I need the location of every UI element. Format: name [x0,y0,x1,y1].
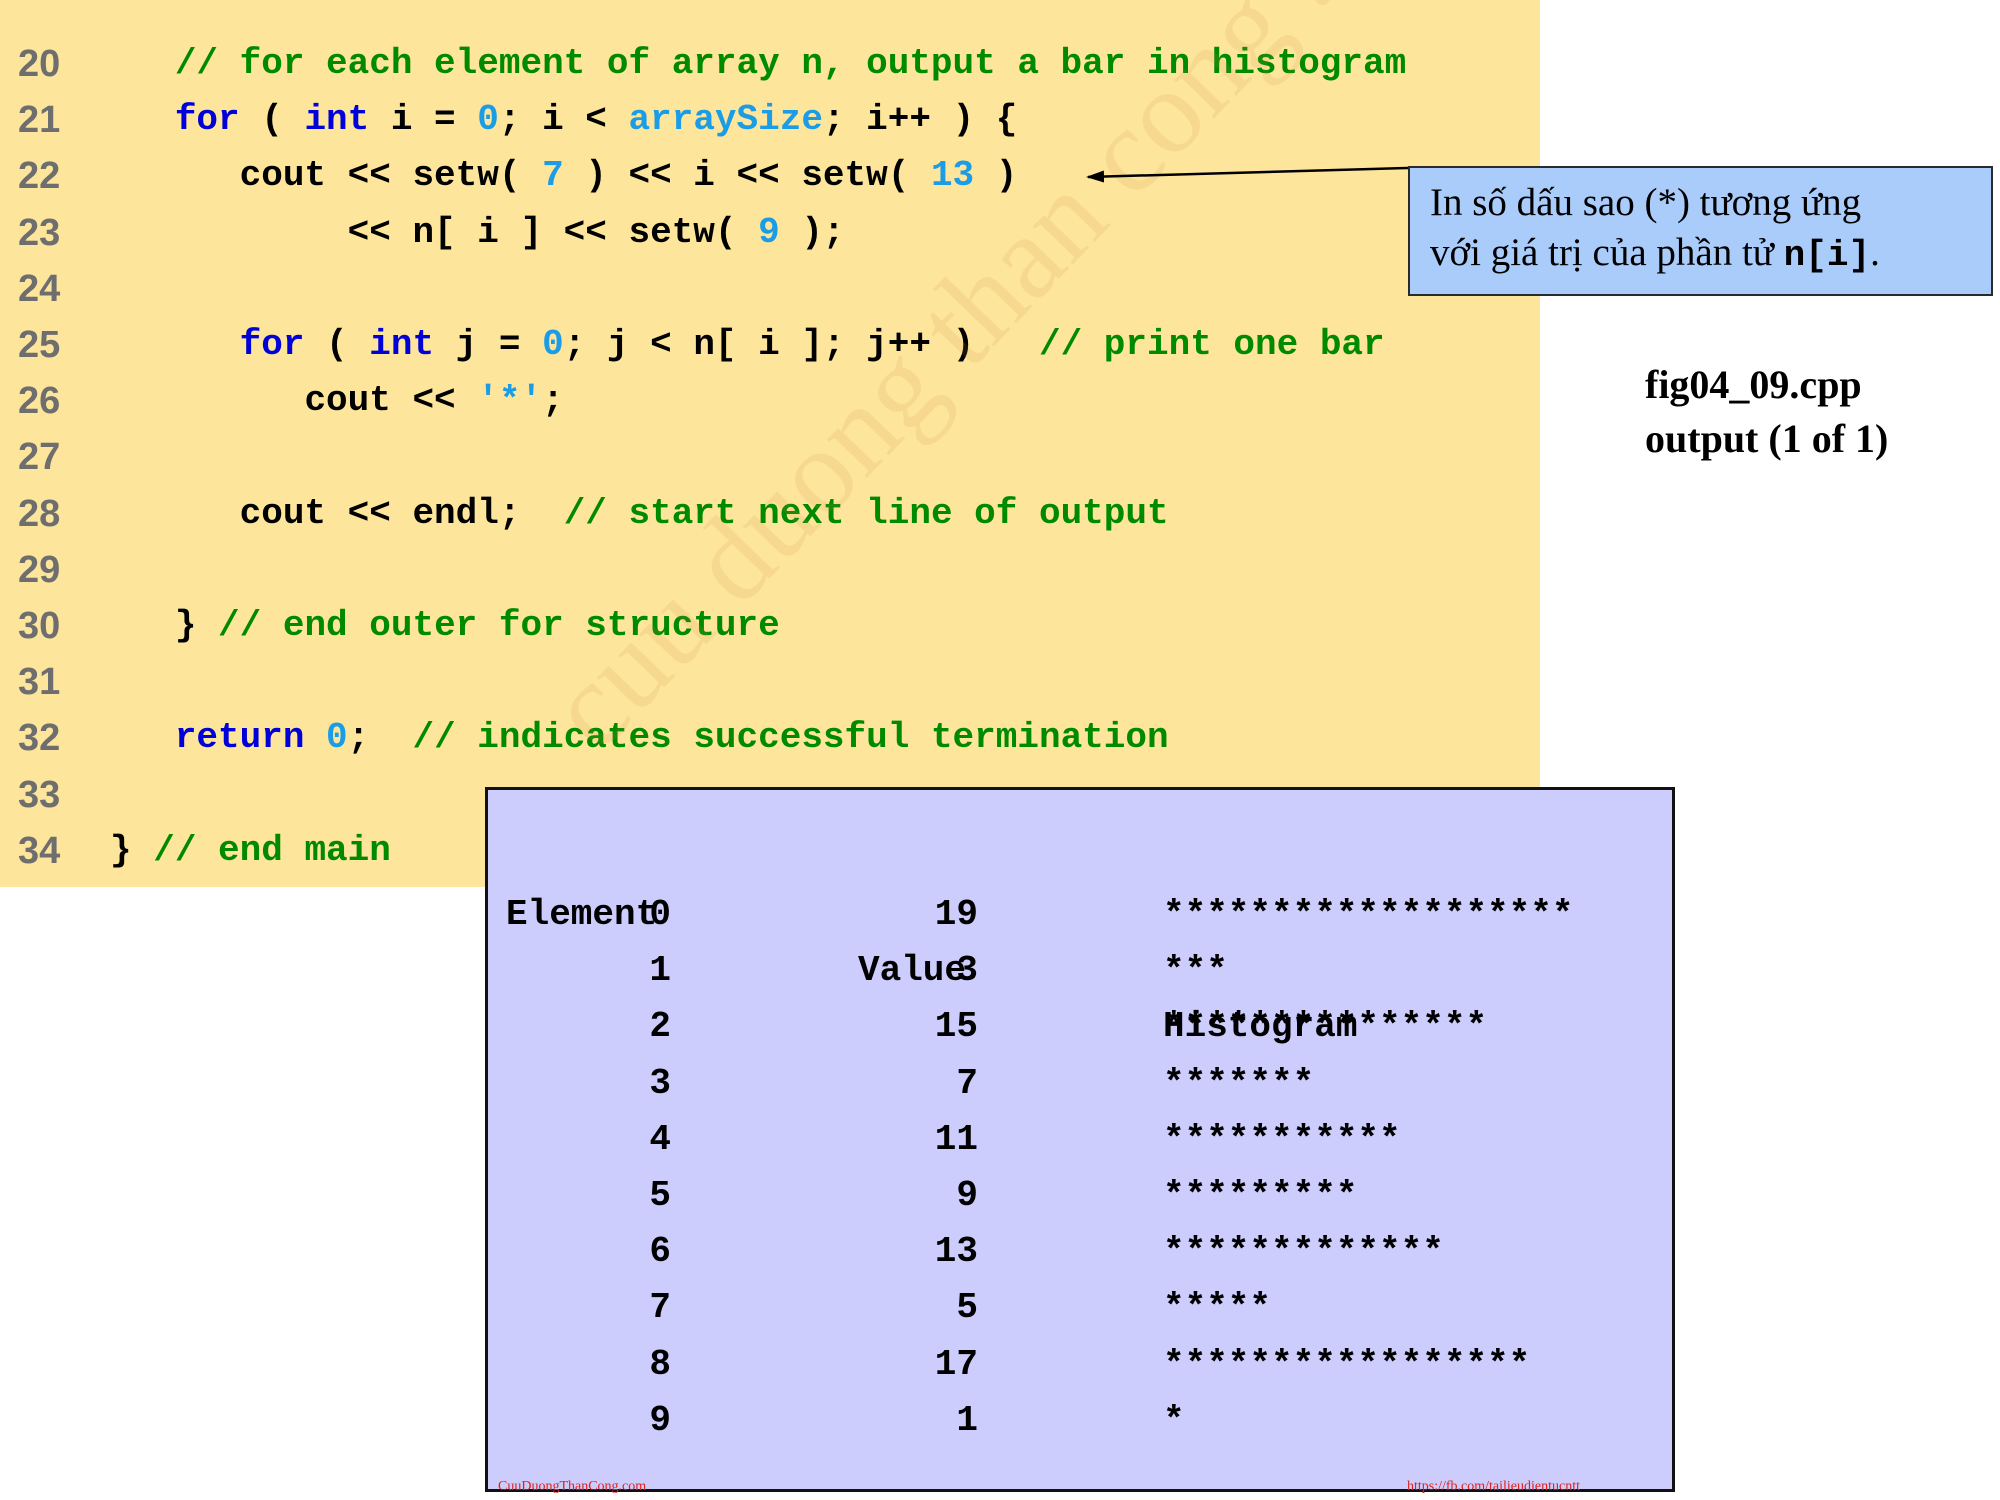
histogram-bar: ***** [1163,1287,1272,1329]
line-number: 33 [18,773,61,816]
line-number: 25 [18,324,61,366]
code-text: cout << '*'; [110,373,564,429]
element-value: 11 [934,1118,978,1160]
code-token: for [174,99,240,141]
output-row: 1 3 *** [488,943,1672,999]
code-token: // end main [153,829,391,871]
code-text: << n[ i ] << setw( 9 ); [110,205,845,261]
code-token: 9 [758,211,780,253]
histogram-bar: * [1163,1399,1185,1441]
line-number: 29 [18,548,61,591]
line-number: 27 [18,436,61,479]
output-row: 6 13 ************* [488,1224,1672,1280]
figure-caption: fig04_09.cpp output (1 of 1) [1645,358,1888,466]
code-text: for ( int j = 0; j < n[ i ]; j++ ) // pr… [110,317,1385,373]
code-token: ( [239,99,305,141]
line-number: 34 [18,829,61,872]
code-token: int [304,99,370,141]
code-token: // print one bar [1038,324,1385,365]
histogram-bar: ***************** [1163,1343,1531,1385]
code-token: cout << endl; [239,492,564,534]
element-value: 5 [956,1287,978,1329]
histogram-bar: *********** [1163,1118,1401,1160]
output-row: 4 11 *********** [488,1112,1672,1168]
output-row: 7 5 ***** [488,1280,1672,1336]
output-header-row: Element Value Histogram [488,831,1672,1047]
code-token: ; [542,380,564,422]
code-token: } [174,605,219,646]
line-number: 26 [18,380,61,423]
output-row: 2 15 *************** [488,999,1672,1055]
code-token: ) << i << setw( [563,155,931,197]
code-token: ( [304,324,370,365]
element-value: 9 [956,1175,978,1216]
code-token: ; i++ ) { [822,99,1018,141]
code-token: 7 [542,155,564,197]
code-token: ; [347,717,413,759]
output-row: 9 1 * [488,1393,1672,1449]
line-number: 23 [18,211,61,254]
element-value: 13 [934,1231,978,1273]
code-token: '*' [477,380,543,422]
element-value: 15 [934,1006,978,1048]
caption-filename: fig04_09.cpp [1645,362,1862,407]
code-token: 0 [326,717,348,759]
line-number: 32 [18,717,61,760]
element-value: 3 [956,950,978,992]
code-token: ); [779,211,845,253]
output-panel: Element Value Histogram 0 19 *************… [485,787,1675,1494]
code-token: for [239,324,305,365]
output-row: 0 19 ******************* [488,887,1672,943]
histogram-bar: ******************* [1163,894,1574,935]
line-number: 21 [18,99,61,142]
output-row: 8 17 ***************** [488,1337,1672,1393]
line-number: 20 [18,43,61,85]
element-value: 1 [956,1399,978,1441]
callout-text: với giá trị của phần tử [1430,231,1784,274]
callout-line-2: với giá trị của phần tử n[i]. [1430,228,1991,281]
histogram-bar: *** [1163,950,1228,992]
line-number: 22 [18,155,61,198]
code-token: 0 [542,324,564,365]
code-token: i = [369,99,478,141]
code-text: for ( int i = 0; i < arraySize; i++ ) { [110,92,1018,148]
callout-line-1: In số dấu sao (*) tương ứng [1430,181,1862,224]
code-text: cout << endl; // start next line of outp… [110,486,1169,542]
code-token: cout << setw( [239,155,543,197]
code-text: cout << setw( 7 ) << i << setw( 13 ) [110,148,1018,204]
element-value: 19 [934,894,978,935]
histogram-bar: ******* [1163,1062,1315,1104]
code-token: int [369,324,435,365]
code-token: j = [434,324,543,365]
line-number: 31 [18,661,61,704]
output-row: 5 9 ********* [488,1168,1672,1224]
histogram-bar: *************** [1163,1006,1488,1048]
code-token: << n[ i ] << setw( [347,211,759,253]
code-text: } // end main [110,823,391,879]
line-number: 24 [18,267,61,310]
code-token: ; i < [498,99,629,141]
caption-page: output (1 of 1) [1645,416,1889,461]
code-token: 13 [930,155,975,197]
element-value: 17 [934,1343,978,1385]
code-token: arraySize [628,99,823,141]
code-token: 0 [477,99,499,141]
code-token: } [110,829,154,871]
histogram-bar: ********* [1163,1175,1358,1216]
output-row: 3 7 ******* [488,1056,1672,1112]
footer-right: https://fb.com/tailieudientucntt [1406,1479,1580,1494]
footer-left: CuuDuongThanCong.com [498,1479,647,1494]
code-token: // indicates successful termination [412,717,1169,759]
callout-period: . [1870,231,1880,274]
element-value: 7 [956,1062,978,1104]
callout-code: n[i] [1783,235,1871,276]
callout-box: In số dấu sao (*) tương ứng với giá trị … [1408,166,1993,296]
histogram-bar: ************* [1163,1231,1444,1273]
code-token: return [174,717,305,759]
line-number: 30 [18,605,61,647]
code-token: cout << [304,380,478,422]
line-number: 28 [18,492,61,535]
